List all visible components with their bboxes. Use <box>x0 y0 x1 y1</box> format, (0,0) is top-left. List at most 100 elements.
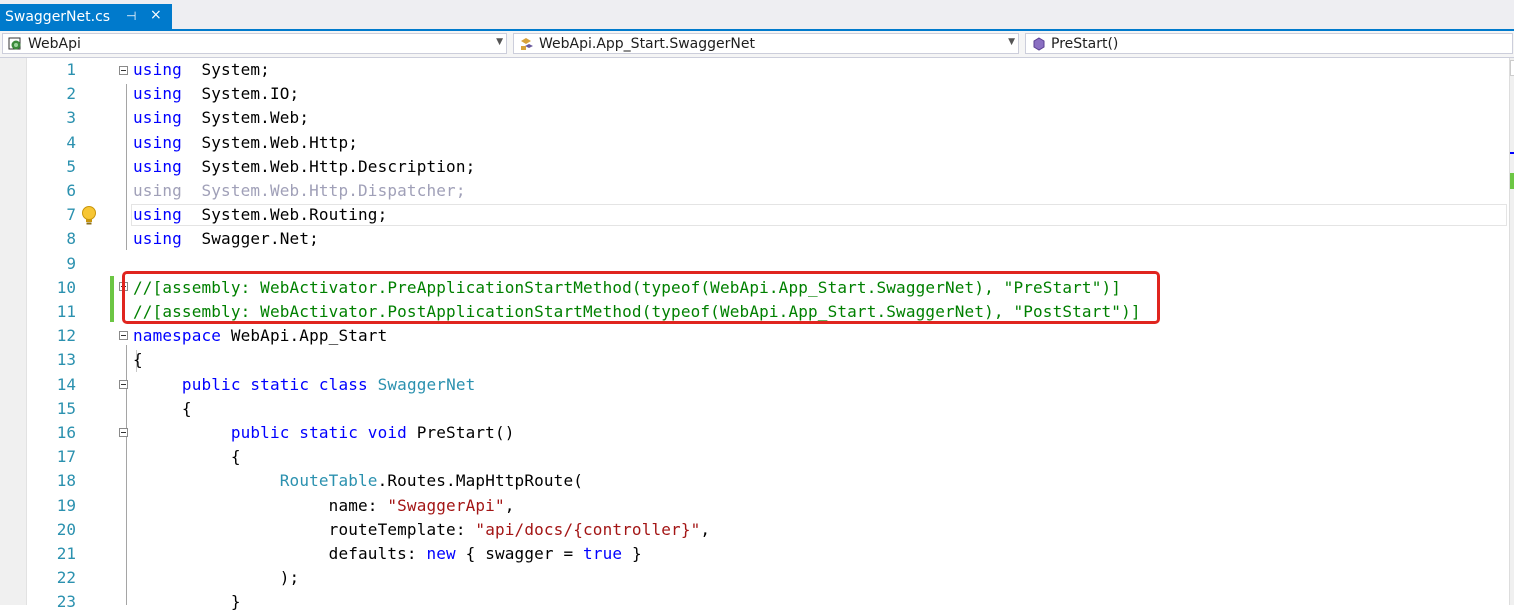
code-token: new <box>426 544 456 563</box>
code-token: using <box>133 229 182 249</box>
vertical-scrollbar[interactable] <box>1509 58 1514 605</box>
code-line[interactable]: 8 using Swagger.Net; <box>0 227 1510 251</box>
code-token: { <box>133 350 143 370</box>
code-token: namespace <box>133 326 222 346</box>
code-text: using System.Web.Http.Description; <box>133 155 475 179</box>
code-token: using <box>133 84 182 104</box>
code-token: name: <box>133 495 388 515</box>
code-token: using <box>133 156 182 176</box>
highlight-annotation-box <box>122 271 1160 324</box>
code-token: ); <box>133 568 300 588</box>
code-line[interactable]: 20 routeTemplate: "api/docs/{controller}… <box>0 518 1510 542</box>
code-line[interactable]: 2 using System.IO; <box>0 82 1510 106</box>
code-token: routeTemplate: <box>133 519 476 539</box>
line-number: 17 <box>56 447 76 467</box>
line-number: 10 <box>56 277 76 297</box>
code-line[interactable]: 3 using System.Web; <box>0 106 1510 130</box>
code-token: System.Web.Http; <box>181 132 359 152</box>
code-line[interactable]: 17 { <box>0 445 1510 469</box>
dropdown-arrow-icon: ▼ <box>1008 37 1015 47</box>
code-line[interactable]: 5 using System.Web.Http.Description; <box>0 155 1510 179</box>
code-line[interactable]: 18 RouteTable.Routes.MapHttpRoute( <box>0 469 1510 493</box>
code-text: using System.Web.Routing; <box>133 203 387 227</box>
member-dropdown[interactable]: PreStart() <box>1025 33 1513 54</box>
code-line[interactable]: 12 namespace WebApi.App_Start <box>0 324 1510 348</box>
code-token: System.Web; <box>181 108 310 128</box>
code-text: { <box>133 397 192 421</box>
code-token: using <box>133 108 182 128</box>
code-line[interactable]: 1 using System; <box>0 58 1510 82</box>
line-number: 4 <box>66 132 76 152</box>
code-line[interactable]: 22 ); <box>0 566 1510 590</box>
code-line[interactable]: 13 { <box>0 348 1510 372</box>
code-line[interactable]: 16 public static void PreStart() <box>0 421 1510 445</box>
code-token: PreStart() <box>406 423 515 442</box>
line-number: 15 <box>56 398 76 418</box>
line-number: 11 <box>56 302 76 321</box>
code-token: defaults: <box>133 544 427 563</box>
code-line[interactable]: 6 using System.Web.Http.Dispatcher; <box>0 179 1510 203</box>
code-line[interactable]: 7 using System.Web.Routing; <box>0 203 1510 227</box>
code-line[interactable]: 4 using System.Web.Http; <box>0 131 1510 155</box>
code-line[interactable]: 21 defaults: new { swagger = true } <box>0 542 1510 566</box>
project-dropdown[interactable]: WebApi ▼ <box>2 33 507 54</box>
code-token: , <box>700 519 711 539</box>
code-token: Swagger.Net; <box>181 229 319 249</box>
code-token: "api/docs/{controller}" <box>475 519 701 539</box>
line-number: 21 <box>56 544 76 563</box>
code-line[interactable]: 15 { <box>0 397 1510 421</box>
code-token: using System.Web.Http.Dispatcher; <box>133 181 466 200</box>
code-line[interactable]: 14 public static class SwaggerNet <box>0 373 1510 397</box>
code-token: System.Web.Http.Description; <box>181 156 476 176</box>
navigation-bar: WebApi ▼ WebApi.App_Start.SwaggerNet ▼ P… <box>0 31 1514 58</box>
line-number: 3 <box>66 108 76 128</box>
code-token: { <box>133 447 241 467</box>
close-icon[interactable]: × <box>150 7 162 23</box>
code-token: true <box>583 544 623 563</box>
code-token: System; <box>181 60 270 79</box>
project-icon <box>8 37 21 49</box>
tab-swaggernet-cs[interactable]: SwaggerNet.cs ⊣ × <box>0 4 172 29</box>
class-icon <box>521 37 533 50</box>
code-token: using <box>133 60 182 79</box>
code-line[interactable]: 19 name: "SwaggerApi", <box>0 494 1510 518</box>
line-number: 7 <box>66 205 76 225</box>
code-text: using System.Web; <box>133 106 309 130</box>
code-token: "SwaggerApi" <box>387 495 505 515</box>
code-token: } <box>133 592 241 612</box>
code-text: using Swagger.Net; <box>133 227 319 251</box>
code-text: defaults: new { swagger = true } <box>133 542 642 566</box>
code-token: { swagger = <box>455 544 584 563</box>
code-token: RouteTable <box>279 471 378 491</box>
line-number: 19 <box>56 495 76 515</box>
pin-icon[interactable]: ⊣ <box>126 9 136 23</box>
code-text: routeTemplate: "api/docs/{controller}", <box>133 518 710 542</box>
scroll-marker <box>1510 152 1514 154</box>
code-token: using <box>133 205 182 225</box>
code-text: public static class SwaggerNet <box>133 373 475 397</box>
code-token: { <box>133 398 192 418</box>
code-token: , <box>504 495 515 515</box>
method-icon <box>1033 36 1045 51</box>
code-text: using System; <box>133 58 270 82</box>
code-editor[interactable]: 1 using System; 2 using System.IO; 3 using Sy… <box>0 58 1514 611</box>
document-tab-strip: SwaggerNet.cs ⊣ × <box>0 0 1514 29</box>
code-line[interactable]: 23 } <box>0 590 1510 614</box>
code-token: using <box>133 132 182 152</box>
code-text: using System.Web.Http; <box>133 131 358 155</box>
tab-title: SwaggerNet.cs <box>5 8 111 25</box>
scroll-change-marker <box>1510 173 1514 189</box>
type-dropdown[interactable]: WebApi.App_Start.SwaggerNet ▼ <box>513 33 1019 54</box>
code-text: } <box>133 590 241 614</box>
code-token: .Routes.MapHttpRoute( <box>377 471 584 491</box>
line-number: 2 <box>66 84 76 104</box>
code-text: namespace WebApi.App_Start <box>133 324 387 348</box>
split-button[interactable] <box>1510 60 1514 76</box>
line-number: 18 <box>56 471 76 491</box>
line-number: 20 <box>56 519 76 539</box>
project-label: WebApi <box>28 35 81 52</box>
